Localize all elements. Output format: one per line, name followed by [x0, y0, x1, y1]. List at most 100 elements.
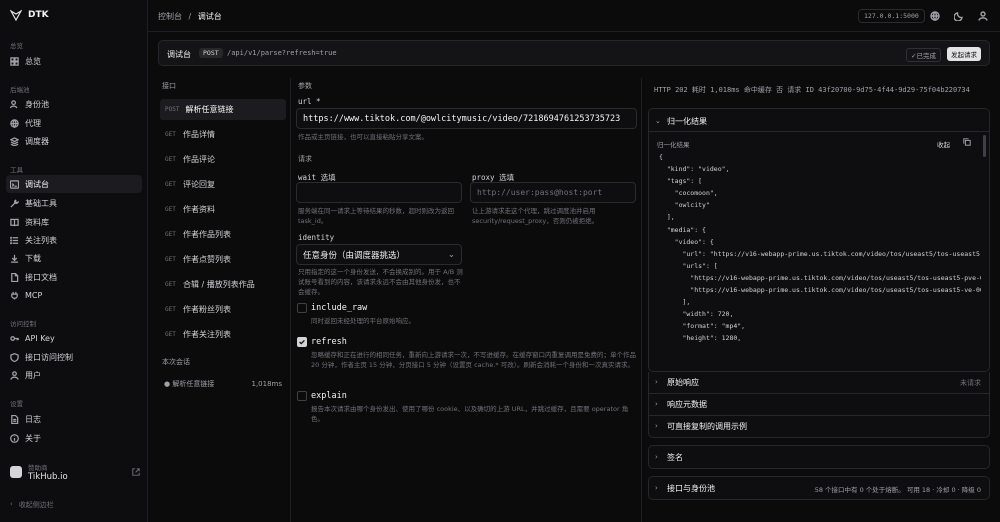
sidebar-item-label: 接口访问控制: [25, 352, 73, 362]
endpoint-label: 作者粉丝列表: [183, 305, 231, 314]
sidebar-item-identity-pool[interactable]: 身份池: [6, 95, 142, 113]
response-meta-title: 响应元数据: [667, 400, 707, 409]
proxy-help: 让上游请求走这个代理，跳过调度池并启用 security/request_pro…: [472, 207, 599, 225]
endpoint-method: GET: [165, 256, 176, 263]
top-bar: 控制台 / 调试台 127.0.0.1:5000: [148, 0, 1000, 32]
refresh-label: refresh: [311, 337, 347, 347]
sidebar-item-label: 资料库: [25, 217, 49, 227]
sidebar-item-users[interactable]: 用户: [6, 366, 142, 384]
refresh-checkbox[interactable]: [297, 337, 307, 347]
sidebar-item-logs[interactable]: 日志: [6, 410, 142, 428]
breadcrumb-parent[interactable]: 控制台: [158, 12, 182, 21]
code-line: {: [659, 153, 663, 161]
sidebar-item-scheduler[interactable]: 调度器: [6, 132, 142, 150]
endpoint-item[interactable]: GET 作者作品列表: [160, 224, 286, 245]
sidebar-item-mcp[interactable]: MCP: [6, 286, 142, 304]
sidebar-item-label: 代理: [25, 118, 41, 128]
sidebar-item-debug-console[interactable]: 调试台: [6, 175, 142, 193]
sidebar-item-overview[interactable]: 总览: [6, 52, 142, 70]
raw-response-row[interactable]: › 原始响应 未请求: [648, 372, 990, 394]
endpoint-item[interactable]: GET 作品详情: [160, 124, 286, 145]
normalized-result-panel: ⌄ 归一化结果 归一化结果 收起 { "kind": "video", "tag…: [648, 108, 990, 372]
host-badge: 127.0.0.1:5000: [858, 9, 925, 23]
brand[interactable]: DTK: [10, 9, 49, 21]
params-heading: 参数: [298, 82, 312, 90]
examples-row[interactable]: › 可直接复制的调用示例: [648, 416, 990, 438]
identity-label: identity: [298, 233, 335, 242]
recent-label-text: 解析任意链接: [172, 380, 215, 388]
endpoint-label: 合辑 / 播放列表作品: [183, 280, 255, 289]
sponsor-logo: [10, 466, 22, 478]
sidebar-item-watchlist[interactable]: 关注列表: [6, 231, 142, 249]
endpoint-method: GET: [165, 306, 176, 313]
sidebar-item-download[interactable]: 下载: [6, 249, 142, 267]
proxy-input[interactable]: http://user:pass@host:port: [470, 182, 636, 203]
scrollbar-thumb[interactable]: [983, 135, 986, 157]
pool-row[interactable]: › 接口与身份池 58 个接口中有 0 个处于熔断。 可用 18 · 冷却 0 …: [648, 476, 990, 500]
code-line: "format": "mp4",: [659, 322, 746, 331]
endpoint-item[interactable]: GET 作者粉丝列表: [160, 299, 286, 320]
moon-icon[interactable]: [954, 11, 964, 21]
endpoint-item[interactable]: POST 解析任意链接: [160, 99, 286, 120]
key-icon: [10, 335, 19, 341]
collapse-button[interactable]: 收起: [937, 139, 950, 149]
section-overview-label: 总览: [10, 42, 23, 50]
endpoints-heading: 接口: [162, 82, 176, 90]
code-line: "bitrate": 878436,: [659, 345, 981, 348]
recent-item[interactable]: ● 解析任意链接 1,018ms: [164, 379, 282, 389]
normalized-title[interactable]: 归一化结果: [667, 116, 707, 127]
sidebar-item-basic-tools[interactable]: 基础工具: [6, 194, 142, 212]
explain-checkbox[interactable]: [297, 391, 307, 401]
recent-item-label: ● 解析任意链接: [164, 379, 214, 389]
chevron-down-icon: ⌄: [447, 249, 455, 260]
sponsor-card[interactable]: 赞助商 TikHub.io: [10, 462, 140, 482]
recent-heading: 本次会话: [162, 358, 190, 366]
sidebar-item-api-docs[interactable]: 接口文档: [6, 268, 142, 286]
endpoint-item[interactable]: GET 作者资料: [160, 199, 286, 220]
wait-input[interactable]: [296, 182, 462, 203]
code-line: "https://v16-webapp-prime.us.tiktok.com/…: [659, 286, 981, 295]
url-input[interactable]: https://www.tiktok.com/@owlcitymusic/vid…: [296, 108, 637, 129]
wait-help: 服务端在同一请求上等待结果的秒数，超时则改为返回 task_id。: [298, 207, 454, 225]
account-icon[interactable]: [978, 11, 988, 21]
request-path: /api/v1/parse?refresh=true: [227, 49, 337, 57]
endpoint-item[interactable]: GET 作者关注列表: [160, 324, 286, 345]
chevron-down-icon[interactable]: ⌄: [655, 117, 661, 125]
chevron-right-icon: ›: [655, 422, 658, 430]
globe-icon[interactable]: [930, 11, 940, 21]
send-request-button[interactable]: 发起请求: [947, 47, 981, 61]
sidebar-item-about[interactable]: 关于: [6, 429, 142, 447]
chevron-right-icon: ›: [655, 453, 658, 461]
download-icon: [10, 254, 19, 263]
copy-icon[interactable]: [963, 138, 971, 146]
include-raw-checkbox[interactable]: [297, 303, 307, 313]
chevron-right-icon: ›: [655, 400, 658, 408]
endpoint-item[interactable]: GET 合辑 / 播放列表作品: [160, 274, 286, 295]
request-bar: 调试台 POST /api/v1/parse?refresh=true ✓已完成…: [158, 40, 990, 66]
sidebar-item-library[interactable]: 资料库: [6, 213, 142, 231]
code-line: "width": 720,: [659, 310, 734, 319]
recent-item-time: 1,018ms: [251, 380, 282, 388]
sidebar-item-proxy[interactable]: 代理: [6, 114, 142, 132]
globe-icon: [10, 118, 19, 128]
sidebar-item-api-key[interactable]: API Key: [6, 329, 142, 347]
info-icon: [10, 433, 19, 443]
json-code-view[interactable]: { "kind": "video", "tags": [ "cocomoon",…: [659, 151, 981, 347]
identity-select[interactable]: 任意身份（由调度器挑选） ⌄: [296, 244, 462, 265]
examples-title: 可直接复制的调用示例: [667, 422, 747, 431]
response-meta-row[interactable]: › 响应元数据: [648, 394, 990, 416]
signature-row[interactable]: › 签名: [648, 445, 990, 469]
endpoint-label: 作品评论: [183, 155, 215, 164]
endpoint-method: GET: [165, 131, 176, 138]
doc-icon: [11, 272, 19, 282]
endpoint-method: GET: [165, 206, 176, 213]
endpoint-item[interactable]: GET 评论回复: [160, 174, 286, 195]
endpoint-item[interactable]: GET 作者点赞列表: [160, 249, 286, 270]
collapse-sidebar-button[interactable]: ‹ 收起侧边栏: [10, 500, 54, 510]
completed-badge: ✓已完成: [906, 48, 941, 62]
code-line: "height": 1280,: [659, 334, 742, 343]
grid-icon: [10, 56, 19, 66]
endpoint-item[interactable]: GET 作品评论: [160, 149, 286, 170]
endpoint-method: GET: [165, 156, 176, 163]
sidebar-item-access-control[interactable]: 接口访问控制: [6, 348, 142, 366]
